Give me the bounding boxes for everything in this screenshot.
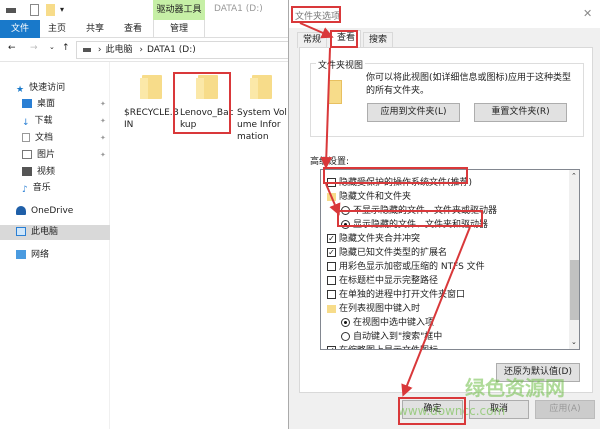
arrow	[401, 226, 471, 397]
arrow	[325, 183, 341, 216]
arrow	[299, 22, 334, 39]
annotation-arrows	[299, 22, 471, 397]
arrow	[320, 47, 333, 169]
